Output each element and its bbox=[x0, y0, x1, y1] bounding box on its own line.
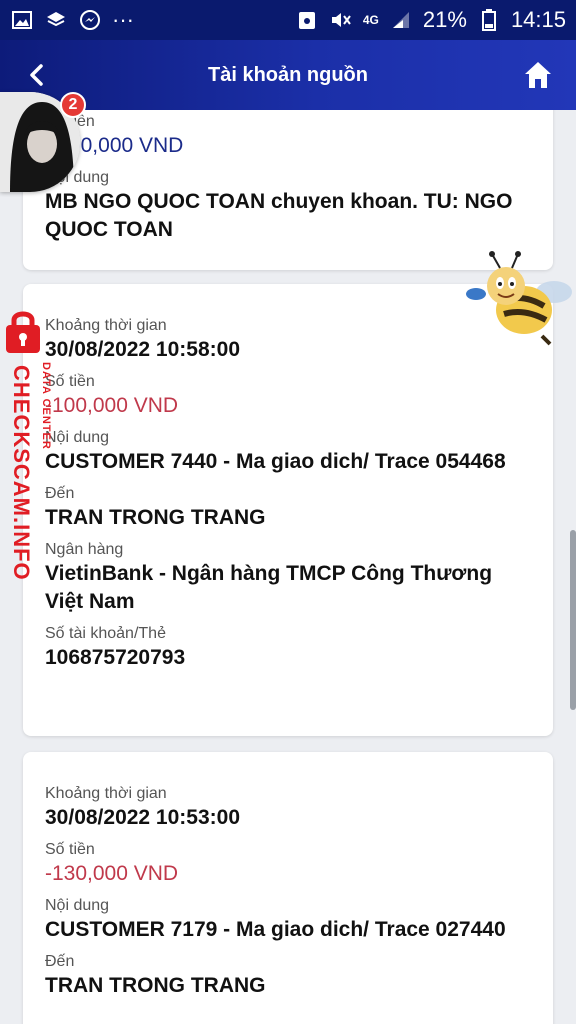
messenger-icon bbox=[78, 8, 102, 32]
time-label: Khoảng thời gian bbox=[45, 317, 167, 334]
amount-label: Số tiền bbox=[45, 113, 95, 130]
watermark-subtext: DATA CENTER bbox=[40, 362, 52, 450]
bee-sticker[interactable] bbox=[462, 250, 574, 350]
amount-value: -100,000 VND bbox=[45, 394, 179, 417]
back-arrow-icon bbox=[30, 64, 43, 86]
mute-icon bbox=[329, 8, 353, 32]
transaction-card[interactable]: Số tiền +100,000 VND Nội dung MB NGO QUO… bbox=[23, 110, 553, 270]
clock: 14:15 bbox=[510, 7, 566, 32]
back-button[interactable] bbox=[18, 57, 54, 93]
battery-icon bbox=[477, 8, 501, 32]
battery-percent: 21% bbox=[422, 7, 467, 32]
recipient-label: Đến bbox=[45, 953, 75, 970]
amount-field: Số tiền -130,000 VND bbox=[45, 840, 531, 888]
transaction-list[interactable]: Số tiền +100,000 VND Nội dung MB NGO QUO… bbox=[0, 110, 576, 1024]
bank-label: Ngân hàng bbox=[45, 541, 124, 558]
amount-value: -130,000 VND bbox=[45, 862, 179, 885]
recipient-field: Đến TRAN TRONG TRANG bbox=[45, 484, 531, 532]
security-icon bbox=[295, 8, 319, 32]
recipient-label: Đến bbox=[45, 485, 75, 502]
time-value: 30/08/2022 10:53:00 bbox=[45, 806, 240, 829]
content-value: MB NGO QUOC TOAN chuyen khoan. TU: NGO Q… bbox=[45, 190, 513, 241]
signal-icon bbox=[389, 8, 413, 32]
watermark-text: CHECKSCAM.INFO bbox=[9, 365, 34, 581]
content-field: Nội dung CUSTOMER 7179 - Ma giao dich/ T… bbox=[45, 896, 531, 944]
time-field: Khoảng thời gian 30/08/2022 10:58:00 bbox=[45, 316, 531, 364]
time-label: Khoảng thời gian bbox=[45, 785, 167, 802]
account-value: 106875720793 bbox=[45, 646, 186, 669]
gallery-icon bbox=[10, 8, 34, 32]
more-notifications: ··· bbox=[112, 7, 134, 32]
network-type: 4G bbox=[362, 13, 379, 27]
app-header: Tài khoản nguồn bbox=[0, 40, 576, 110]
recipient-field: Đến TRAN TRONG TRANG bbox=[45, 952, 531, 1000]
amount-value: +100,000 VND bbox=[45, 134, 184, 157]
home-icon bbox=[525, 62, 551, 88]
content-label: Nội dung bbox=[45, 897, 110, 914]
bank-value: VietinBank - Ngân hàng TMCP Công Thương … bbox=[45, 562, 493, 613]
transaction-card[interactable]: Khoảng thời gian 30/08/2022 10:58:00 Số … bbox=[23, 284, 553, 736]
bee-mascot-icon bbox=[466, 251, 572, 346]
account-label: Số tài khoản/Thẻ bbox=[45, 625, 166, 642]
page-title: Tài khoản nguồn bbox=[208, 63, 368, 86]
time-value: 30/08/2022 10:58:00 bbox=[45, 338, 240, 361]
home-button[interactable] bbox=[518, 55, 558, 95]
content-value: CUSTOMER 7179 - Ma giao dich/ Trace 0274… bbox=[45, 918, 506, 941]
content-label: Nội dung bbox=[45, 429, 110, 446]
recipient-value: TRAN TRONG TRANG bbox=[45, 974, 266, 997]
status-bar: ··· 4G 21% 14:15 bbox=[0, 0, 576, 40]
bank-field: Ngân hàng VietinBank - Ngân hàng TMCP Cô… bbox=[45, 540, 531, 616]
transaction-card[interactable]: Khoảng thời gian 30/08/2022 10:53:00 Số … bbox=[23, 752, 553, 1024]
amount-field: Số tiền -100,000 VND bbox=[45, 372, 531, 420]
layers-icon bbox=[44, 8, 68, 32]
content-field: Nội dung CUSTOMER 7440 - Ma giao dich/ T… bbox=[45, 428, 531, 476]
account-field: Số tài khoản/Thẻ 106875720793 bbox=[45, 624, 531, 672]
amount-field: Số tiền +100,000 VND bbox=[45, 112, 531, 160]
amount-label: Số tiền bbox=[45, 841, 95, 858]
content-label: Nội dung bbox=[45, 169, 110, 186]
status-notifications: ··· bbox=[10, 7, 134, 33]
recipient-value: TRAN TRONG TRANG bbox=[45, 506, 266, 529]
amount-label: Số tiền bbox=[45, 373, 95, 390]
content-field: Nội dung MB NGO QUOC TOAN chuyen khoan. … bbox=[45, 168, 531, 244]
content-value: CUSTOMER 7440 - Ma giao dich/ Trace 0544… bbox=[45, 450, 506, 473]
unread-badge: 2 bbox=[60, 92, 86, 118]
lock-icon bbox=[4, 310, 42, 354]
time-field: Khoảng thời gian 30/08/2022 10:53:00 bbox=[45, 784, 531, 832]
status-system: 4G 21% 14:15 bbox=[295, 7, 566, 33]
scrollbar[interactable] bbox=[570, 530, 576, 710]
